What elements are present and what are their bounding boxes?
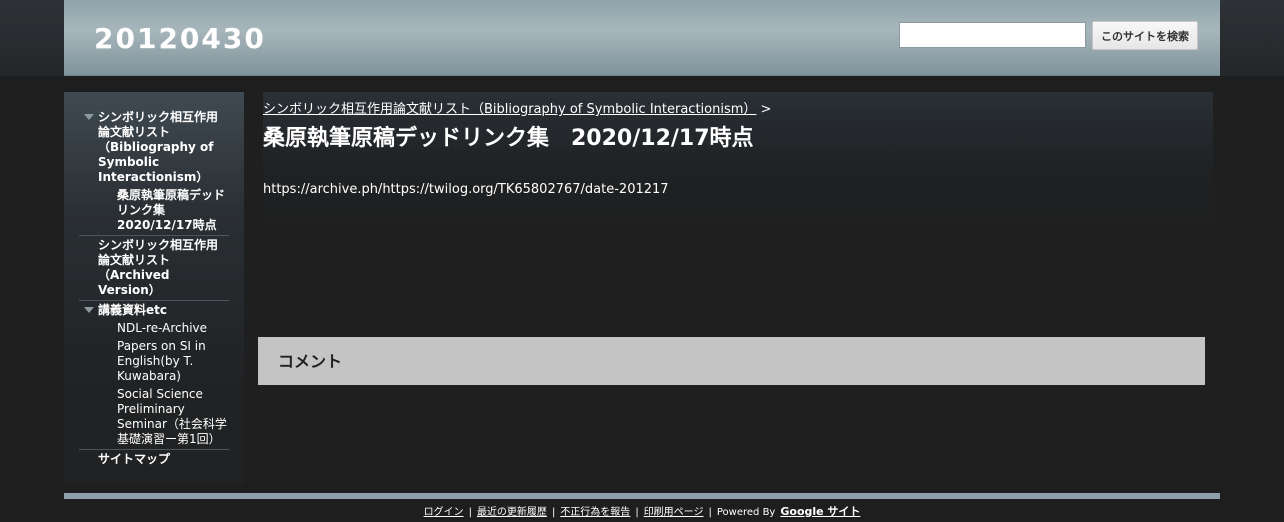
footer-link-login[interactable]: ログイン xyxy=(424,507,464,518)
comments-section: コメント xyxy=(258,337,1205,385)
expand-arrow-icon[interactable] xyxy=(84,114,94,120)
sidebar-link-ndl[interactable]: NDL-re-Archive xyxy=(79,321,229,336)
site-title[interactable]: 20120430 xyxy=(94,22,266,55)
breadcrumb-separator: > xyxy=(760,102,772,117)
footer-link-print-page[interactable]: 印刷用ページ xyxy=(644,507,704,518)
footer: ログイン | 最近の更新履歴 | 不正行為を報告 | 印刷用ページ | Powered By Go… xyxy=(423,505,861,518)
footer-link-report-abuse[interactable]: 不正行為を報告 xyxy=(560,507,630,518)
sidebar-item-deadlinks: 桑原執筆原稿デッドリンク集 2020/12/17時点 xyxy=(79,188,229,233)
footer-link-google-sites[interactable]: Google サイト xyxy=(780,505,860,518)
sidebar-item-papers: Papers on SI in English(by T. Kuwabara) xyxy=(79,339,229,384)
footer-bar xyxy=(64,493,1220,499)
sidebar-item-ndl: NDL-re-Archive xyxy=(79,321,229,336)
sidebar-link-sitemap[interactable]: サイトマップ xyxy=(79,452,229,467)
sidebar-link-bibliography[interactable]: シンボリック相互作用論文献リスト（Bibliography of Symboli… xyxy=(79,110,229,185)
sidebar-item-sitemap: サイトマップ xyxy=(79,449,229,467)
sidebar-item-seminar: Social Science Preliminary Seminar（社会科学基… xyxy=(79,387,229,447)
sidebar-link-archived[interactable]: シンボリック相互作用論文献リスト（Archived Version） xyxy=(79,238,229,298)
expand-arrow-icon[interactable] xyxy=(84,307,94,313)
page-title: 桑原執筆原稿デッドリンク集 2020/12/17時点 xyxy=(263,126,754,151)
sidebar-link-lecture-materials[interactable]: 講義資料etc xyxy=(79,303,229,318)
sidebar-item-bibliography: シンボリック相互作用論文献リスト（Bibliography of Symboli… xyxy=(79,110,229,185)
footer-link-recent-activity[interactable]: 最近の更新履歴 xyxy=(477,507,547,518)
comments-title: コメント xyxy=(278,352,343,371)
page-wrapper: シンボリック相互作用論文献リスト（Bibliography of Symboli… xyxy=(64,92,1220,484)
sidebar-item-lecture-materials: 講義資料etc xyxy=(79,300,229,318)
main-content: シンボリック相互作用論文献リスト（Bibliography of Symboli… xyxy=(263,92,1213,484)
site-header: 20120430 このサイトを検索 xyxy=(64,0,1220,76)
search-input[interactable] xyxy=(899,22,1086,48)
sidebar-link-deadlinks[interactable]: 桑原執筆原稿デッドリンク集 2020/12/17時点 xyxy=(79,188,229,233)
powered-by-label: Powered By xyxy=(716,507,776,518)
sidebar-item-archived: シンボリック相互作用論文献リスト（Archived Version） xyxy=(79,235,229,298)
breadcrumb-link[interactable]: シンボリック相互作用論文献リスト（Bibliography of Symboli… xyxy=(263,102,756,117)
sidebar-link-papers[interactable]: Papers on SI in English(by T. Kuwabara) xyxy=(79,339,229,384)
sidebar-link-seminar[interactable]: Social Science Preliminary Seminar（社会科学基… xyxy=(79,387,229,447)
sidebar: シンボリック相互作用論文献リスト（Bibliography of Symboli… xyxy=(64,92,244,484)
sidebar-nav: シンボリック相互作用論文献リスト（Bibliography of Symboli… xyxy=(79,110,229,467)
search-button[interactable]: このサイトを検索 xyxy=(1092,21,1198,50)
breadcrumb: シンボリック相互作用論文献リスト（Bibliography of Symboli… xyxy=(263,98,771,117)
page-body-text: https://archive.ph/https://twilog.org/TK… xyxy=(263,182,669,197)
